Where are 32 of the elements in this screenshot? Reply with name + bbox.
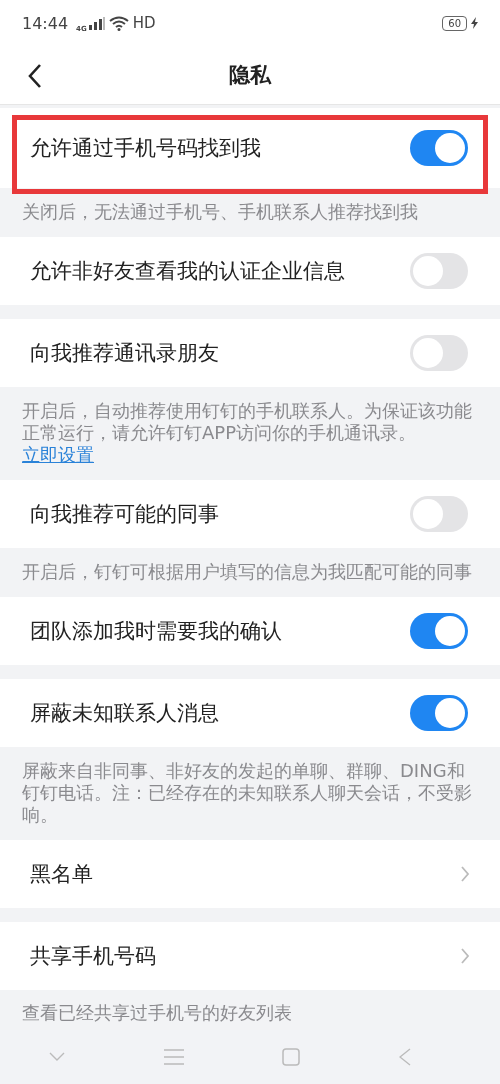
settings-row[interactable]: 向我推荐通讯录朋友: [0, 319, 500, 387]
caption-text: 查看已经共享过手机号的好友列表: [21, 1001, 293, 1025]
caption-text: 屏蔽来自非同事、非好友的发起的单聊、群聊、DING和钉钉电话。注：已经存在的未知联系人聊天会话，不受影响。: [21, 759, 473, 827]
settings-row[interactable]: 黑名单: [0, 840, 500, 908]
status-time: 14:44: [22, 13, 69, 33]
settings-row[interactable]: 屏蔽未知联系人消息: [0, 679, 500, 747]
charging-icon: [471, 17, 478, 29]
caption-text: 开启后，自动推荐使用钉钉的手机联系人。为保证该功能正常运行，请允许钉钉APP访问你的手机通讯录。 立即设置: [21, 399, 473, 467]
chevron-down-icon: [49, 1052, 66, 1062]
toggle-switch[interactable]: [410, 613, 468, 649]
settings-row[interactable]: 共享手机号码: [0, 922, 500, 990]
settings-row[interactable]: 向我推荐可能的同事: [0, 480, 500, 548]
home-square-icon: [282, 1048, 301, 1066]
caption-text: 开启后，钉钉可根据用户填写的信息为我匹配可能的同事: [21, 560, 473, 584]
toggle-switch[interactable]: [410, 253, 468, 289]
toggle-switch[interactable]: [410, 130, 468, 166]
signal-icon: [88, 16, 105, 30]
wifi-icon: [108, 15, 129, 31]
settings-link[interactable]: 立即设置: [22, 444, 94, 465]
page-title: 隐私: [229, 62, 271, 89]
settings-row[interactable]: 允许非好友查看我的认证企业信息: [0, 237, 500, 305]
battery-level: 60: [442, 15, 467, 31]
settings-row[interactable]: 团队添加我时需要我的确认: [0, 597, 500, 665]
caption-text: 关闭后，无法通过手机号、手机联系人推荐找到我: [21, 200, 419, 224]
hd-label: HD: [132, 14, 156, 32]
chevron-right-icon: [460, 947, 470, 965]
menu-icon: [163, 1049, 184, 1065]
toggle-switch[interactable]: [410, 335, 468, 371]
back-icon: [28, 63, 42, 89]
toggle-switch[interactable]: [410, 496, 468, 532]
chevron-right-icon: [460, 865, 470, 883]
toggle-switch[interactable]: [410, 695, 468, 731]
